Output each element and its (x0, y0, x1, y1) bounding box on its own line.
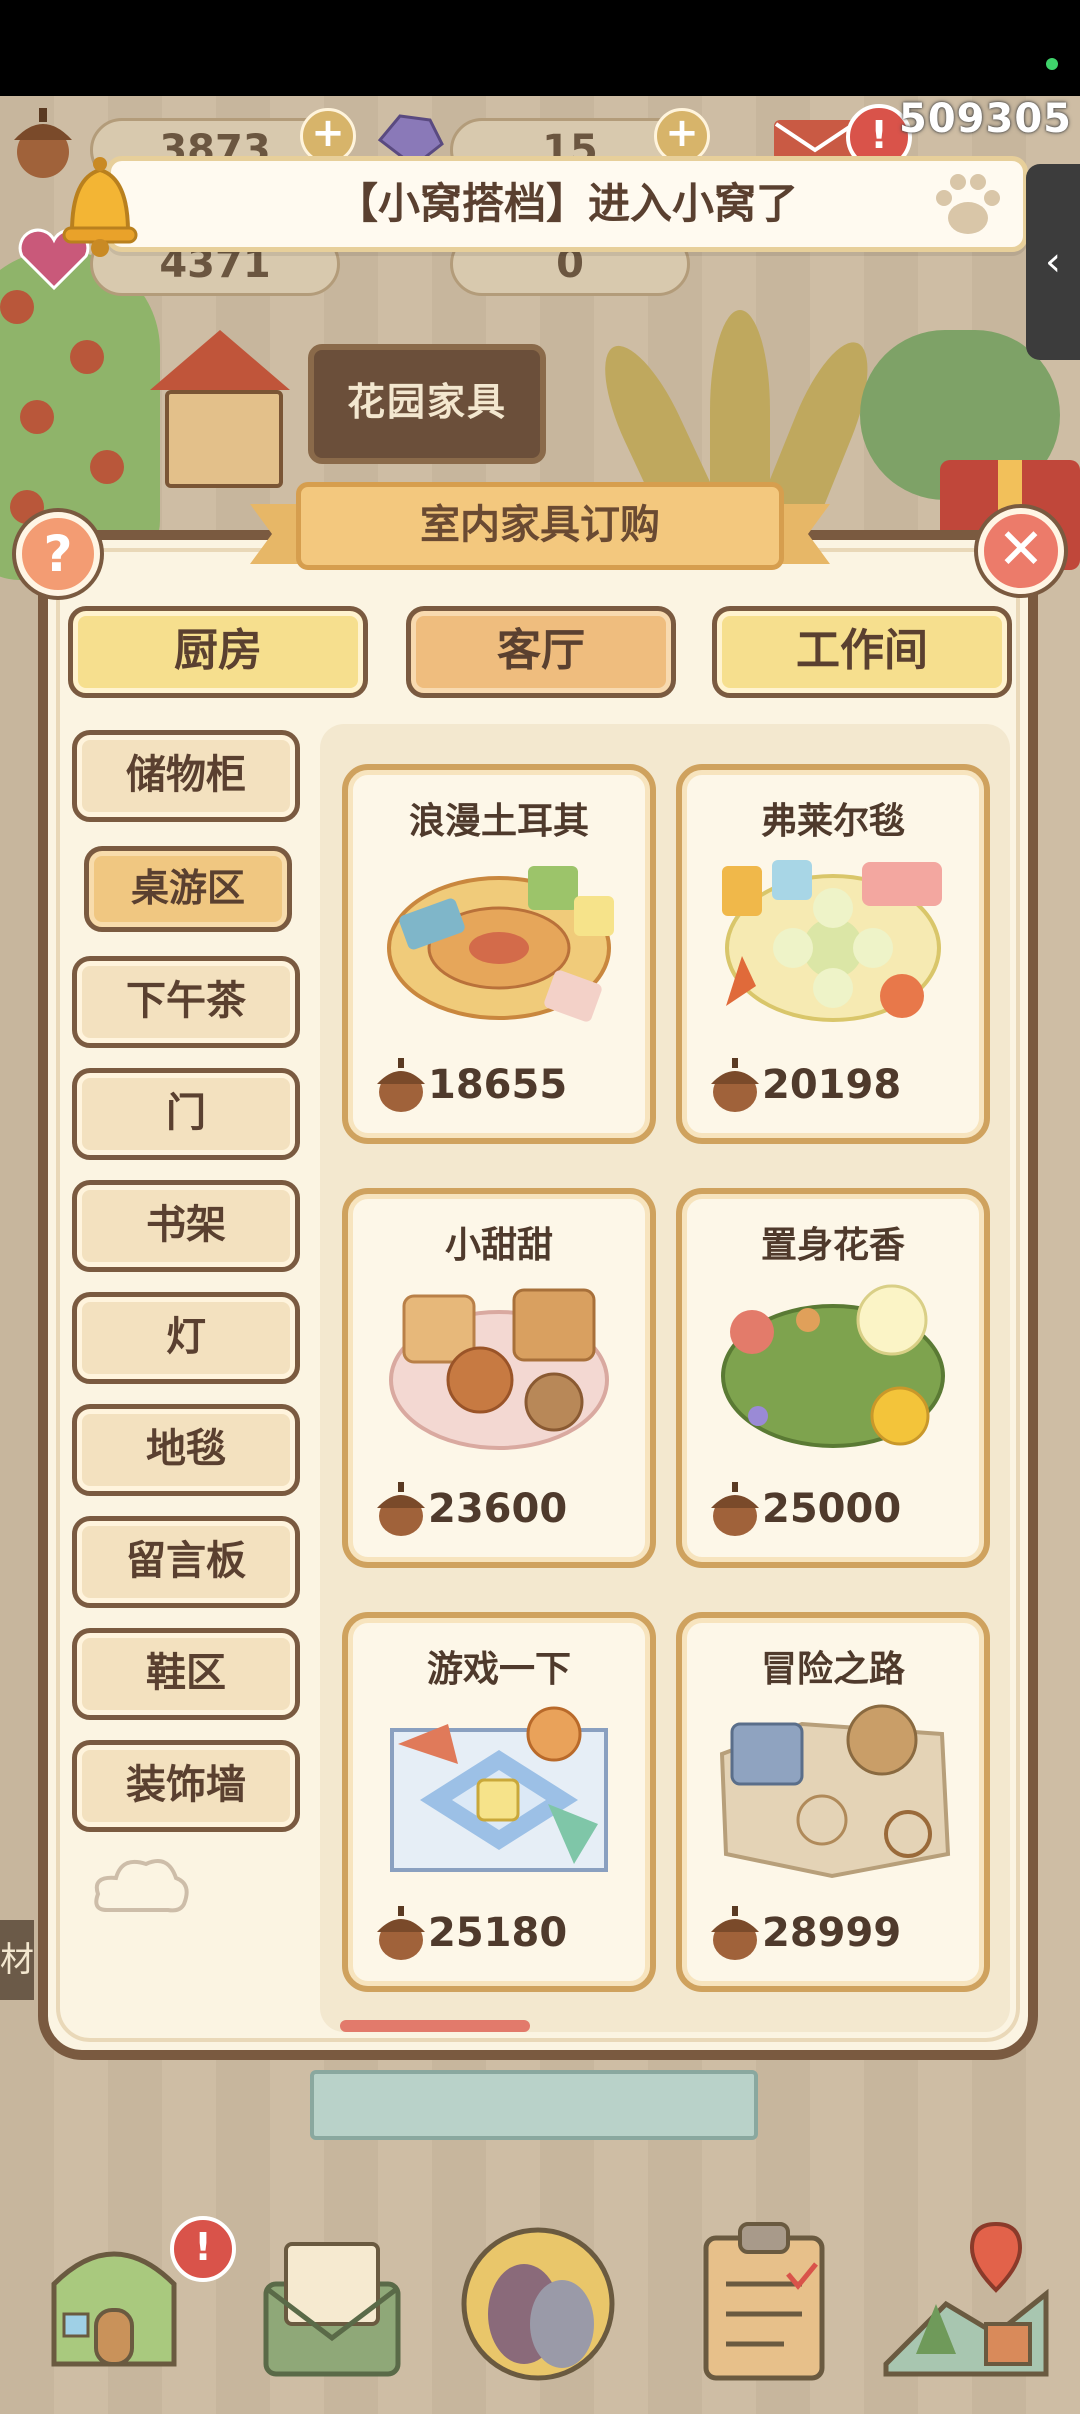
grid-scroll-indicator[interactable] (340, 2020, 530, 2032)
garden-furniture-sign[interactable]: 花园家具 (308, 344, 546, 464)
category-decorative-wall[interactable]: 装饰墙 (72, 1740, 300, 1832)
flower-garden-rug-icon (721, 1284, 945, 1448)
adventure-map-rug-icon (719, 1704, 951, 1879)
rug-decoration (310, 2070, 758, 2140)
board-game-rug-icon (390, 1706, 608, 1872)
item-card[interactable]: 浪漫土耳其 18655 (342, 764, 656, 1144)
notification-text: 【小窝搭档】进入小窝了 (335, 179, 798, 228)
category-door[interactable]: 门 (72, 1068, 300, 1160)
acorn-price-icon (711, 1058, 759, 1112)
acorn-price-icon (377, 1058, 425, 1112)
player-id: 509305 (899, 96, 1072, 142)
item-name: 弗莱尔毯 (760, 801, 905, 842)
category-message-board[interactable]: 留言板 (72, 1516, 300, 1608)
birdhouse-decoration (150, 330, 290, 488)
item-card[interactable]: 游戏一下 25180 (342, 1612, 656, 1992)
acorn-price-icon (711, 1906, 759, 1960)
side-drawer-toggle[interactable]: ‹ (1026, 164, 1080, 360)
side-label-partial: 材 (0, 1920, 34, 2000)
category-lamp[interactable]: 灯 (72, 1292, 300, 1384)
clipboard-icon[interactable] (684, 2214, 844, 2384)
item-card[interactable]: 小甜甜 23600 (342, 1188, 656, 1568)
mail-icon[interactable] (252, 2214, 412, 2384)
category-storage-cabinet[interactable]: 储物柜 (72, 730, 300, 822)
status-bar (0, 0, 1080, 96)
item-name: 小甜甜 (444, 1225, 553, 1266)
category-shoe-area[interactable]: 鞋区 (72, 1628, 300, 1720)
acorn-price-icon (377, 1482, 425, 1536)
map-icon[interactable] (876, 2214, 1056, 2384)
category-rug[interactable]: 地毯 (72, 1404, 300, 1496)
house-alert-badge: ! (170, 2216, 236, 2282)
flower-rug-icon (722, 860, 942, 1022)
item-name: 冒险之路 (760, 1649, 905, 1690)
item-price: 25180 (428, 1910, 568, 1956)
notification-banner: 【小窝搭档】进入小窝了 (106, 156, 1028, 252)
category-board-game-area[interactable]: 桌游区 (84, 846, 292, 932)
category-bookshelf[interactable]: 书架 (72, 1180, 300, 1272)
item-price: 25000 (762, 1486, 902, 1532)
cookies-rug-icon (389, 1288, 609, 1450)
item-name: 置身花香 (760, 1225, 905, 1266)
item-price: 28999 (762, 1910, 902, 1956)
visitors-icon[interactable] (458, 2214, 618, 2384)
item-name: 游戏一下 (426, 1649, 571, 1690)
tab-workshop[interactable]: 工作间 (712, 606, 1012, 698)
tab-kitchen[interactable]: 厨房 (68, 606, 368, 698)
camera-indicator-icon (1046, 58, 1058, 70)
category-afternoon-tea[interactable]: 下午茶 (72, 956, 300, 1048)
item-price: 18655 (428, 1062, 568, 1108)
panel-title: 室内家具订购 (420, 502, 660, 548)
item-price: 20198 (762, 1062, 902, 1108)
acorn-price-icon (711, 1482, 759, 1536)
panel-title-ribbon: 室内家具订购 (250, 474, 830, 578)
help-button[interactable]: ? (16, 512, 100, 596)
paw-icon (936, 174, 1000, 234)
item-price: 23600 (428, 1486, 568, 1532)
acorn-price-icon (377, 1906, 425, 1960)
item-card[interactable]: 冒险之路 28999 (676, 1612, 990, 1992)
item-card[interactable]: 弗莱尔毯 20198 (676, 764, 990, 1144)
turkish-rug-icon (387, 866, 614, 1022)
close-button[interactable]: ✕ (978, 508, 1064, 594)
house-icon[interactable] (34, 2214, 194, 2384)
tab-living-room[interactable]: 客厅 (406, 606, 676, 698)
item-name: 浪漫土耳其 (408, 801, 589, 842)
cloud-decoration-icon (94, 1859, 189, 1913)
bell-icon (62, 157, 138, 257)
item-card[interactable]: 置身花香 25000 (676, 1188, 990, 1568)
